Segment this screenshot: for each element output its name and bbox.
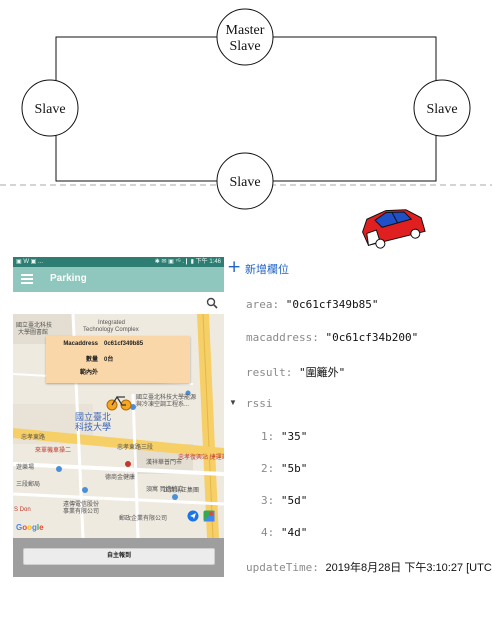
- master-node: Master Slave: [216, 8, 274, 66]
- rssi-value: "4d": [280, 526, 308, 539]
- rssi-item[interactable]: 2: "5b": [261, 462, 307, 475]
- collapse-triangle-icon[interactable]: ▼: [229, 398, 237, 407]
- map-label: 漢祥華普門市: [146, 460, 183, 466]
- field-key: macaddress: [246, 331, 313, 344]
- status-bar-left: ▣ W ▣ ...: [16, 259, 44, 265]
- map-view[interactable]: 國立臺北科技 大學圖書館 Integrated Technology Compl…: [13, 314, 224, 538]
- google-logo: Google: [16, 523, 44, 532]
- info-key: Macaddress: [63, 341, 98, 347]
- map-label: 德商金健康: [105, 475, 136, 481]
- rssi-value: "5b": [280, 462, 308, 475]
- self-report-button[interactable]: 自主報到: [23, 548, 215, 565]
- info-key: 數量: [85, 357, 98, 363]
- field-value: 2019年8月28日 下午3:10:27 [UTC+8]: [325, 562, 492, 574]
- car-icon: [362, 209, 426, 249]
- slave-node-right-label: Slave: [426, 102, 457, 117]
- field-key: area: [246, 298, 273, 311]
- map-label: S Don: [14, 507, 31, 513]
- map-label: 忠孝東路三段: [117, 445, 154, 451]
- bottom-bar: 自主報到: [13, 538, 224, 577]
- field-key: rssi: [246, 397, 273, 410]
- info-key: 範內外: [79, 370, 98, 376]
- slave-node-left: Slave: [21, 79, 79, 137]
- field-rssi[interactable]: rssi: [246, 397, 273, 410]
- google-maps-icon[interactable]: [203, 510, 215, 522]
- map-label: 來單機車操二: [35, 448, 72, 454]
- field-value: "0c61cf349b85": [285, 298, 379, 311]
- map-label: 科技大學: [75, 422, 112, 432]
- field-macaddress[interactable]: macaddress: "0c61cf34b200": [246, 331, 418, 344]
- map-label: 與冷凍空調工程系...: [136, 402, 190, 408]
- field-value: "圍籬外": [299, 366, 346, 379]
- rssi-item[interactable]: 3: "5d": [261, 494, 307, 507]
- slave-node-bottom: Slave: [216, 152, 274, 210]
- info-value: 0台: [104, 357, 114, 363]
- field-update-time[interactable]: updateTime: 2019年8月28日 下午3:10:27 [UTC+8]: [246, 559, 492, 575]
- map-label: 三段郵局: [16, 482, 41, 488]
- status-bar: ▣ W ▣ ... ✱ ✉ ▣ ⁷ᴳ .❙ ▮ 下午 1:46: [13, 257, 224, 267]
- slave-node-right: Slave: [413, 79, 471, 137]
- marker-info-window[interactable]: Macaddress 0c61cf349b85 數量 0台 範內外: [46, 336, 190, 383]
- bike-marker-icon[interactable]: [106, 393, 132, 411]
- slave-node-left-label: Slave: [34, 102, 65, 117]
- map-label: 遊樂場: [16, 465, 35, 471]
- map-label: 大學圖書館: [18, 330, 49, 336]
- map-label: 忠孝東路: [21, 435, 46, 441]
- field-value: "0c61cf34b200": [325, 331, 419, 344]
- map-label: 事業有限公司: [63, 509, 100, 515]
- master-node-sublabel: Slave: [229, 39, 260, 54]
- field-key: updateTime: [246, 561, 313, 574]
- master-node-label: Master: [226, 23, 265, 38]
- rssi-index: 2: [261, 462, 268, 475]
- rssi-value: "5d": [280, 494, 308, 507]
- app-title: Parking: [50, 273, 87, 284]
- add-field-label: 新增欄位: [245, 264, 289, 276]
- search-icon[interactable]: [206, 297, 218, 309]
- rssi-value: "35": [280, 430, 308, 443]
- plus-icon: +: [227, 257, 242, 277]
- navigation-icon[interactable]: [187, 510, 199, 522]
- field-result[interactable]: result: "圍籬外": [246, 364, 345, 380]
- map-label: 須寓 買進統立: [146, 487, 184, 493]
- field-area[interactable]: area: "0c61cf349b85": [246, 298, 378, 311]
- rssi-index: 1: [261, 430, 268, 443]
- phone-screenshot: ▣ W ▣ ... ✱ ✉ ▣ ⁷ᴳ .❙ ▮ 下午 1:46 Parking: [13, 257, 224, 577]
- app-bar: Parking: [13, 267, 224, 292]
- rssi-item[interactable]: 4: "4d": [261, 526, 307, 539]
- topology-diagram: Master Slave Slave Slave Slave: [0, 8, 492, 249]
- map-label: 忠孝復興站 捷運站: [178, 455, 224, 461]
- hamburger-menu-icon[interactable]: [21, 274, 33, 284]
- rssi-index: 4: [261, 526, 268, 539]
- status-bar-right: ✱ ✉ ▣ ⁷ᴳ .❙ ▮ 下午 1:46: [154, 259, 221, 265]
- map-label: Technology Complex: [83, 327, 139, 333]
- slave-node-bottom-label: Slave: [229, 175, 260, 190]
- map-label: 郵政企業有限公司: [119, 516, 168, 522]
- search-bar: [13, 292, 224, 314]
- info-value: 0c61cf349b85: [104, 341, 144, 347]
- map-label: Integrated: [98, 320, 126, 326]
- rssi-index: 3: [261, 494, 268, 507]
- rssi-item[interactable]: 1: "35": [261, 430, 307, 443]
- field-key: result: [246, 366, 286, 379]
